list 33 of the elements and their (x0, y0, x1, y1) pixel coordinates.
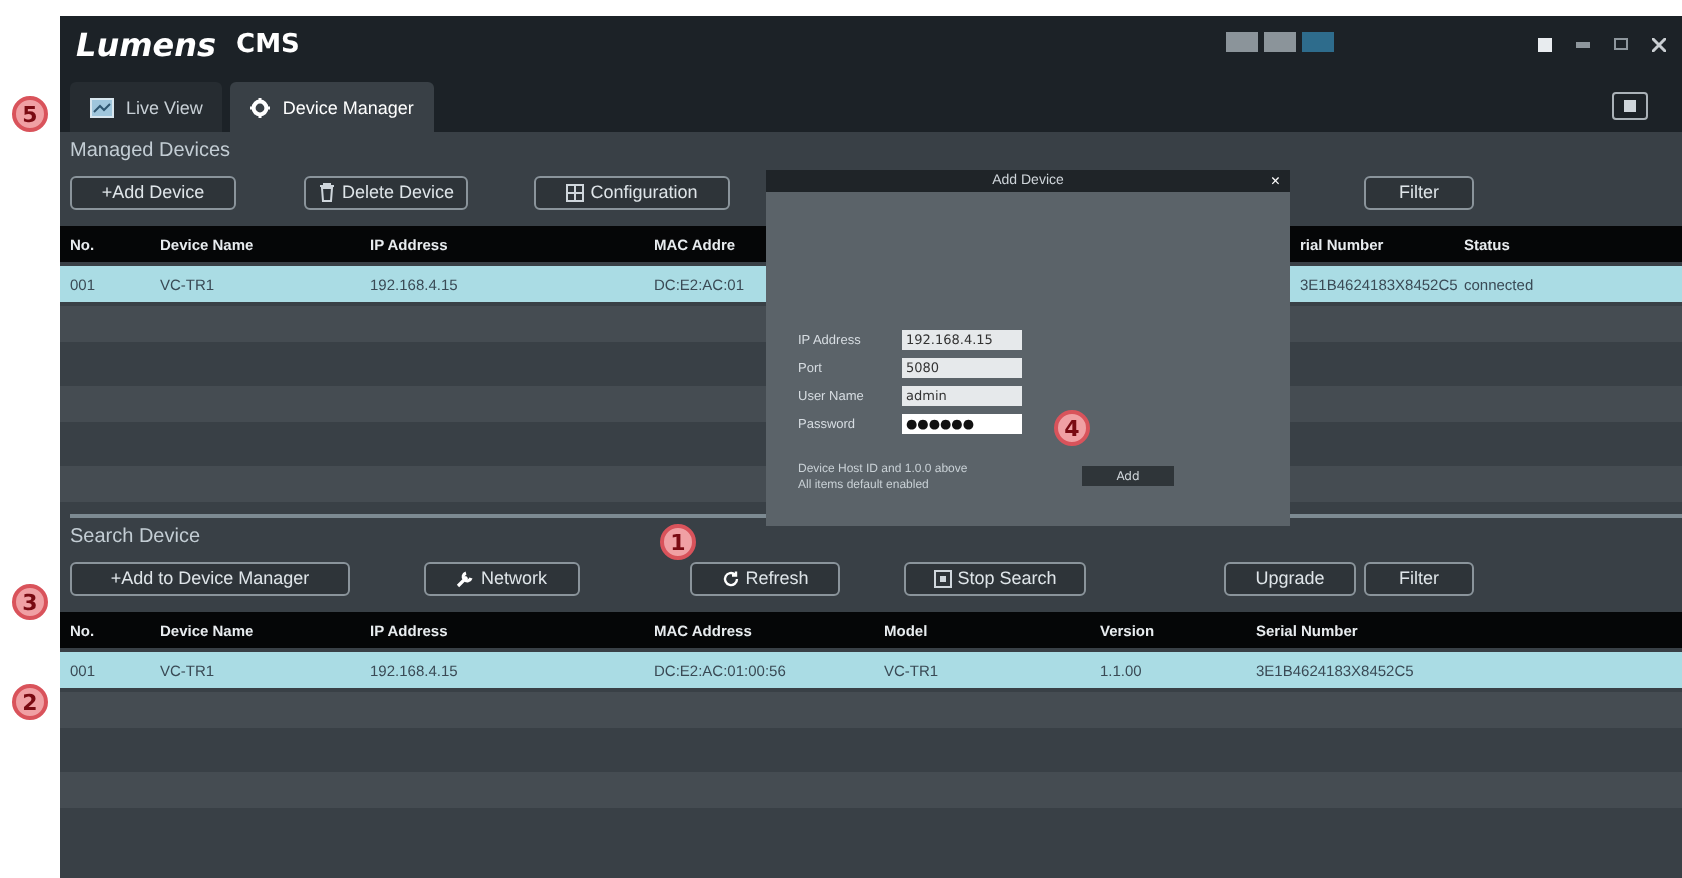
annotation-marker: 5 (12, 96, 48, 132)
gear-icon (250, 97, 271, 117)
refresh-icon (721, 569, 740, 587)
wrench-icon (456, 569, 475, 587)
close-icon[interactable] (1652, 37, 1666, 51)
status-meter-icon (1226, 28, 1338, 56)
toolbar-button[interactable]: Configuration (534, 175, 731, 209)
toolbar-button[interactable]: +Add to Device Manager (70, 561, 350, 595)
toolbar-button[interactable]: +Add Device (70, 175, 236, 209)
annotation-marker: 3 (12, 584, 48, 620)
close-button[interactable]: × (1270, 170, 1280, 192)
monitor-icon (90, 97, 114, 117)
screen-button[interactable] (1612, 92, 1648, 120)
stop-icon (933, 569, 952, 587)
minimize-icon[interactable] (1576, 41, 1590, 47)
toolbar-button[interactable]: Network (424, 561, 580, 595)
section-title: Managed Devices (70, 139, 231, 161)
maximize-icon[interactable] (1614, 38, 1628, 50)
tab[interactable]: Live View (70, 82, 223, 132)
toolbar-button[interactable]: Upgrade (1224, 561, 1356, 595)
toolbar-button[interactable]: Filter (1364, 175, 1474, 209)
section-title: Search Device (70, 525, 201, 547)
grid-icon (566, 183, 585, 201)
trash-icon (318, 182, 336, 202)
screen-icon (1624, 100, 1636, 112)
toolbar-button[interactable]: Delete Device (304, 175, 469, 209)
toolbar-button[interactable]: Filter (1364, 561, 1474, 595)
app-logo: Lumens (76, 25, 217, 63)
app-title: CMS (236, 29, 300, 59)
toolbar-button[interactable]: Stop Search (904, 561, 1086, 595)
annotation-marker: 2 (12, 684, 48, 720)
tab[interactable]: Device Manager (230, 82, 434, 132)
toolbar-button[interactable]: Refresh (690, 561, 840, 595)
